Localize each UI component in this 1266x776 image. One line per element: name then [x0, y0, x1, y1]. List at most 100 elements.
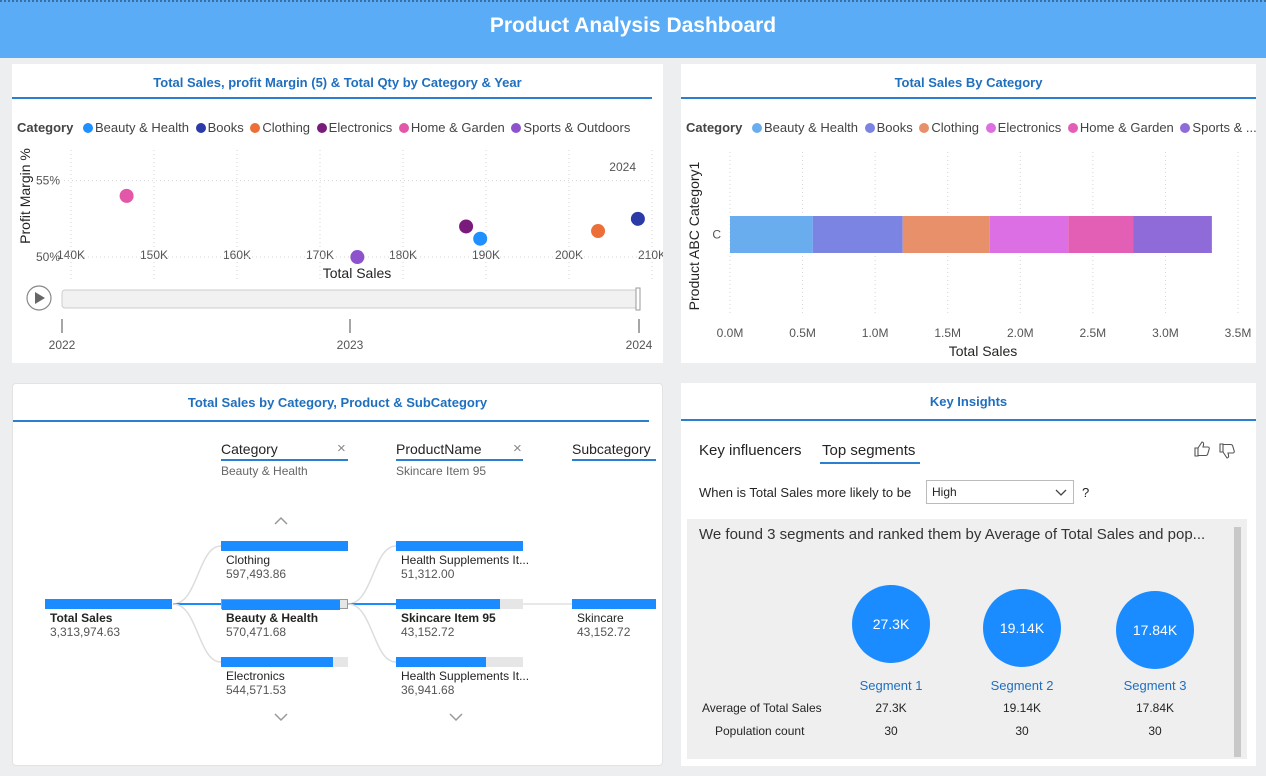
x-tick-label: 1.0M [862, 326, 889, 340]
category-node-label: Electronics [226, 669, 285, 683]
scatter-point [119, 188, 134, 203]
x-tick-label: 1.5M [934, 326, 961, 340]
bar-segment [1068, 216, 1134, 253]
timeline-year-label: 2022 [49, 338, 76, 352]
dashboard-title: Product Analysis Dashboard [489, 14, 777, 37]
x-axis-title: Total Sales [949, 343, 1017, 359]
node-fill [221, 657, 333, 667]
category-node-value: 544,571.53 [226, 683, 287, 697]
connector [172, 545, 222, 605]
tab-key-influencers[interactable]: Key influencers [699, 442, 802, 459]
x-tick-label: 0.0M [717, 326, 744, 340]
value-dropdown[interactable]: High [926, 480, 1074, 504]
subcategory-node-value: 43,152.72 [577, 625, 631, 639]
y-tick-label: 55% [36, 174, 60, 188]
segment-2-circle[interactable]: 19.14K [983, 589, 1061, 667]
segment-3-circle[interactable]: 17.84K [1116, 591, 1194, 669]
connector [347, 545, 397, 605]
x-tick-label: 3.0M [1152, 326, 1179, 340]
decomposition-connectors [172, 516, 572, 722]
scatter-chart[interactable]: 140K 150K 160K 170K 180K 190K 200K 210K50%55%To… [12, 64, 663, 363]
segment-1-name[interactable]: Segment 1 [840, 678, 942, 693]
y-category-label: C [712, 228, 721, 242]
scatter-panel[interactable]: Total Sales, profit Margin (5) & Total Q… [12, 64, 663, 363]
tab-top-segments[interactable]: Top segments [822, 442, 915, 459]
scatter-point [591, 224, 606, 239]
x-tick-label: 190K [472, 248, 500, 262]
x-axis-title: Total Sales [323, 265, 391, 281]
product-node-label: Health Supplements It... [401, 669, 530, 683]
connector [172, 603, 222, 663]
product-node-value: 51,312.00 [401, 567, 455, 581]
segment-1-circle[interactable]: 27.3K [852, 585, 930, 663]
timeline-year-label: 2023 [337, 338, 364, 352]
scrollbar[interactable] [1234, 527, 1241, 757]
segment-1-count: 30 [884, 724, 898, 738]
key-insights-title: Key Insights [929, 394, 1008, 409]
chevron-up-icon [274, 516, 288, 525]
segment-1-average: 27.3K [875, 701, 907, 715]
bar-segment [730, 216, 813, 253]
segment-3-count: 30 [1148, 724, 1162, 738]
timeline-handle [635, 287, 641, 311]
y-axis-title: Profit Margin % [17, 148, 33, 244]
stacked-bar-chart[interactable]: 0.0M 0.5M 1.0M 1.5M 2.0M 2.5M 3.0M 3.5MCTotal S… [681, 64, 1256, 363]
title-underline [681, 419, 1256, 421]
root-node-value: 3,313,974.63 [50, 625, 121, 639]
x-tick-label: 140K [57, 248, 85, 262]
question-text: When is Total Sales more likely to be [699, 485, 912, 500]
thumbs-down-icon[interactable] [1218, 442, 1236, 460]
key-insights-panel[interactable]: Key Insights Key influencers Top segment… [681, 383, 1256, 766]
product-node-bar[interactable] [396, 541, 523, 551]
x-tick-label: 160K [223, 248, 251, 262]
x-tick-label: 2.5M [1080, 326, 1107, 340]
category-node-label: Clothing [226, 553, 271, 567]
node-fill [222, 600, 340, 610]
bar-segment [812, 216, 903, 253]
x-tick-label: 210K [638, 248, 663, 262]
node-fill [221, 541, 348, 551]
scatter-point [459, 219, 474, 234]
product-node-bar-selected[interactable] [396, 599, 523, 609]
question-mark: ? [1082, 485, 1090, 500]
category-node-bar[interactable] [221, 541, 348, 551]
scatter-point [473, 231, 488, 246]
category-node-value: 597,493.86 [226, 567, 287, 581]
timeline-track [61, 289, 639, 309]
dropdown-value: High [932, 485, 957, 499]
decomposition-panel[interactable]: Total Sales by Category, Product & SubCa… [12, 383, 663, 766]
bar-segment [989, 216, 1069, 253]
row-label-average: Average of Total Sales [702, 701, 822, 715]
segments-area: We found 3 segments and ranked them by A… [687, 519, 1247, 759]
tab-active-underline [820, 462, 920, 464]
product-node-bar[interactable] [396, 657, 523, 667]
node-fill [396, 599, 501, 609]
connector [347, 603, 397, 663]
category-node-value: 570,471.68 [226, 625, 287, 639]
segment-3-average: 17.84K [1135, 701, 1175, 715]
thumbs-up-icon[interactable] [1193, 440, 1211, 458]
root-node-label: Total Sales [50, 611, 113, 625]
timeline-year-label: 2024 [626, 338, 653, 352]
row-label-population: Population count [715, 724, 805, 738]
chevron-down-icon [1055, 489, 1067, 496]
category-node-bar[interactable] [221, 657, 348, 667]
x-tick-label: 170K [306, 248, 334, 262]
category-node-bar-selected[interactable] [221, 599, 348, 610]
product-node-label: Skincare Item 95 [401, 611, 496, 625]
root-node-bar[interactable] [45, 599, 172, 609]
node-fill [572, 599, 656, 609]
node-fill [396, 657, 487, 667]
y-axis-title: Product ABC Category1 [686, 161, 702, 310]
category-node-label: Beauty & Health [226, 611, 319, 625]
x-tick-label: 150K [140, 248, 168, 262]
x-tick-label: 180K [389, 248, 417, 262]
scatter-point [630, 211, 645, 226]
subcategory-node-bar[interactable] [572, 599, 656, 609]
x-tick-label: 2.0M [1007, 326, 1034, 340]
segment-2-count: 30 [1015, 724, 1029, 738]
segment-2-name[interactable]: Segment 2 [971, 678, 1073, 693]
bar-panel[interactable]: Total Sales By Category Category Beauty … [681, 64, 1257, 363]
x-tick-label: 200K [555, 248, 583, 262]
segment-3-name[interactable]: Segment 3 [1104, 678, 1206, 693]
